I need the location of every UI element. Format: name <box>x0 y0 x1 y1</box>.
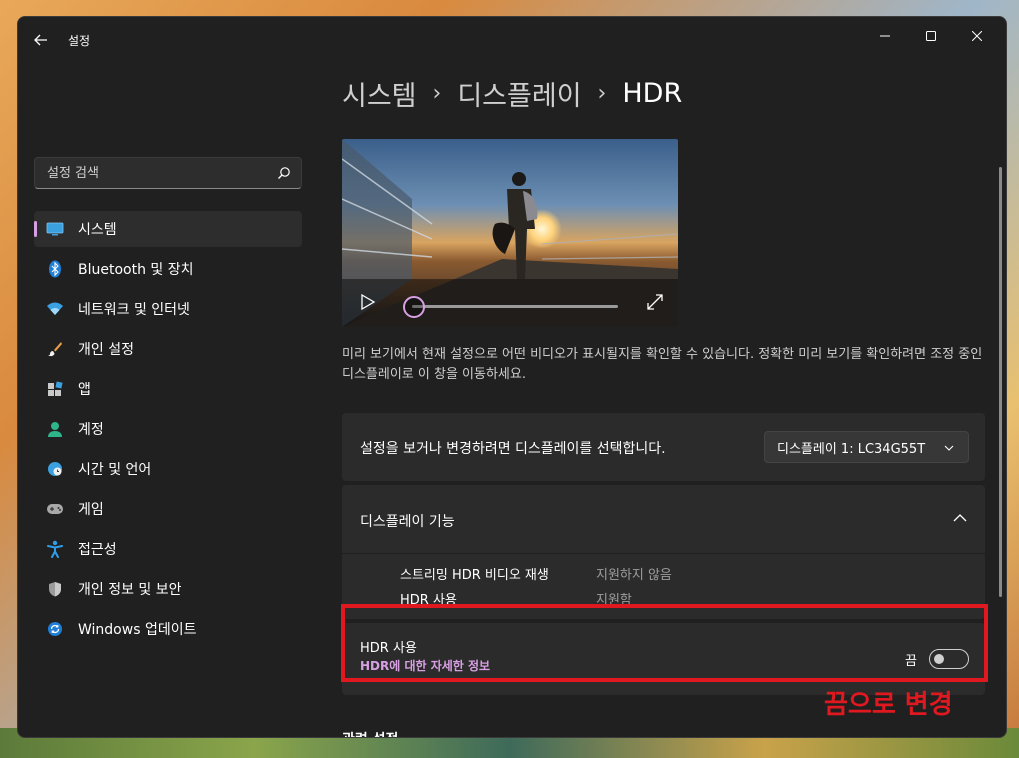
accessibility-icon <box>46 540 64 558</box>
feature-value: 지원하지 않음 <box>596 568 672 583</box>
search-input[interactable] <box>35 158 301 188</box>
sidebar-item-label: Bluetooth 및 장치 <box>78 262 194 278</box>
fullscreen-icon[interactable] <box>646 293 664 311</box>
divider <box>342 553 985 554</box>
page-title: HDR <box>622 77 683 109</box>
sidebar-item-time-language[interactable]: 시간 및 언어 <box>34 451 302 487</box>
sidebar-item-accounts[interactable]: 계정 <box>34 411 302 447</box>
feature-value: 지원함 <box>596 593 632 608</box>
bluetooth-icon <box>46 260 64 278</box>
update-icon <box>46 620 64 638</box>
seek-track[interactable] <box>412 305 618 308</box>
sidebar-item-label: 개인 설정 <box>78 342 134 358</box>
sidebar-item-gaming[interactable]: 게임 <box>34 491 302 527</box>
breadcrumb: 시스템 › 디스플레이 › HDR <box>342 73 682 113</box>
person-icon <box>46 420 64 438</box>
sidebar-item-apps[interactable]: 앱 <box>34 371 302 407</box>
sidebar-item-label: 계정 <box>78 422 104 438</box>
sidebar-item-bluetooth[interactable]: Bluetooth 및 장치 <box>34 251 302 287</box>
hdr-video-preview[interactable] <box>342 139 678 327</box>
maximize-button[interactable] <box>908 21 954 51</box>
related-settings-heading: 관련 설정 <box>342 729 398 737</box>
video-controls <box>342 279 678 327</box>
sidebar-item-windows-update[interactable]: Windows 업데이트 <box>34 611 302 647</box>
gamepad-icon <box>46 500 64 518</box>
sidebar-item-system[interactable]: 시스템 <box>34 211 302 247</box>
chevron-up-icon[interactable] <box>951 509 969 527</box>
search-icon[interactable] <box>277 166 291 180</box>
sidebar-item-label: 게임 <box>78 502 104 518</box>
display-select-card: 설정을 보거나 변경하려면 디스플레이를 선택합니다. 디스플레이 1: LC3… <box>342 413 985 481</box>
chevron-down-icon <box>944 445 954 451</box>
hdr-toggle-title: HDR 사용 <box>360 641 417 656</box>
sidebar-item-label: 네트워크 및 인터넷 <box>78 302 190 318</box>
preview-description: 미리 보기에서 현재 설정으로 어떤 비디오가 표시될지를 확인할 수 있습니다… <box>342 347 983 382</box>
feature-name: 스트리밍 HDR 비디오 재생 <box>400 568 549 583</box>
apps-icon <box>46 380 64 398</box>
sidebar-item-label: Windows 업데이트 <box>78 622 197 638</box>
sidebar-item-label: 시간 및 언어 <box>78 462 152 478</box>
monitor-icon <box>46 220 64 238</box>
hdr-info-link[interactable]: HDR에 대한 자세한 정보 <box>360 657 490 674</box>
app-title: 설정 <box>68 34 91 48</box>
sidebar-item-label: 접근성 <box>78 542 117 558</box>
sidebar-item-personalization[interactable]: 개인 설정 <box>34 331 302 367</box>
display-features-title: 디스플레이 기능 <box>360 514 455 530</box>
display-dropdown[interactable]: 디스플레이 1: LC34G55T <box>764 431 969 463</box>
display-dropdown-value: 디스플레이 1: LC34G55T <box>777 441 926 457</box>
close-icon <box>972 31 982 41</box>
shield-icon <box>46 580 64 598</box>
sidebar-item-label: 앱 <box>78 382 91 398</box>
close-button[interactable] <box>954 21 1000 51</box>
display-features-card: 디스플레이 기능 스트리밍 HDR 비디오 재생 지원하지 않음 HDR 사용 … <box>342 485 985 619</box>
breadcrumb-separator: › <box>432 80 442 106</box>
wifi-icon <box>46 300 64 318</box>
paintbrush-icon <box>46 340 64 358</box>
settings-window: 설정 시스템 Bluetooth 및 장치 네 <box>17 16 1007 738</box>
seek-thumb[interactable] <box>403 296 425 318</box>
sidebar-item-privacy[interactable]: 개인 정보 및 보안 <box>34 571 302 607</box>
search-box[interactable] <box>34 157 302 189</box>
back-arrow-icon <box>34 34 47 46</box>
breadcrumb-separator: › <box>597 80 607 106</box>
back-button[interactable] <box>30 29 52 51</box>
nav-list: 시스템 Bluetooth 및 장치 네트워크 및 인터넷 개인 설정 앱 계정 <box>34 211 302 651</box>
minimize-button[interactable] <box>862 21 908 51</box>
sidebar-item-network[interactable]: 네트워크 및 인터넷 <box>34 291 302 327</box>
sidebar: 시스템 Bluetooth 및 장치 네트워크 및 인터넷 개인 설정 앱 계정 <box>18 61 318 737</box>
hdr-toggle-state: 끔 <box>905 654 917 669</box>
feature-name: HDR 사용 <box>400 593 457 608</box>
toggle-knob <box>934 654 944 664</box>
title-bar: 설정 <box>18 17 1006 61</box>
display-select-label: 설정을 보거나 변경하려면 디스플레이를 선택합니다. <box>360 441 666 457</box>
maximize-icon <box>926 31 936 41</box>
sidebar-item-accessibility[interactable]: 접근성 <box>34 531 302 567</box>
annotation-label: 끔으로 변경 <box>824 690 953 720</box>
sidebar-item-label: 시스템 <box>78 222 117 238</box>
sidebar-item-label: 개인 정보 및 보안 <box>78 582 182 598</box>
scrollbar[interactable] <box>999 167 1002 597</box>
hdr-toggle-switch[interactable] <box>929 649 969 669</box>
globe-clock-icon <box>46 460 64 478</box>
video-person <box>492 172 538 279</box>
minimize-icon <box>880 35 890 37</box>
breadcrumb-display[interactable]: 디스플레이 <box>457 74 581 113</box>
main-content: 시스템 › 디스플레이 › HDR 미리 보기에서 현재 설정으로 어떤 비디오… <box>342 61 985 737</box>
play-icon[interactable] <box>358 293 376 311</box>
breadcrumb-system[interactable]: 시스템 <box>342 74 417 113</box>
